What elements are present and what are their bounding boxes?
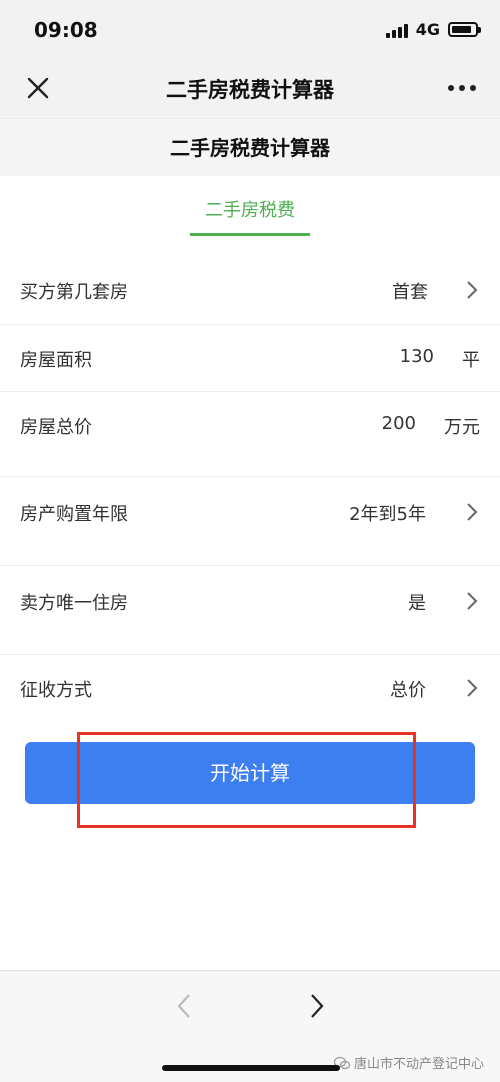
row-unit: 万元 — [444, 417, 480, 438]
status-bar: 09:08 4G — [0, 0, 500, 58]
row-label: 房产购置年限 — [20, 504, 128, 525]
chevron-right-icon — [467, 503, 478, 521]
page-title: 二手房税费计算器 — [170, 136, 330, 160]
nav-title: 二手房税费计算器 — [166, 78, 334, 102]
start-calculation-button[interactable]: 开始计算 — [25, 742, 475, 804]
forward-arrow-icon[interactable] — [307, 991, 327, 1021]
bottom-toolbar: 唐山市不动产登记中心 — [0, 970, 500, 1082]
more-icon[interactable] — [446, 80, 478, 96]
back-arrow-icon[interactable] — [174, 991, 194, 1021]
row-label: 房屋总价 — [20, 417, 92, 438]
row-label: 买方第几套房 — [20, 282, 128, 303]
row-holding-years[interactable]: 房产购置年限 2年到5年 — [0, 477, 500, 565]
row-value: 2年到5年 — [349, 504, 426, 525]
watermark: 唐山市不动产登记中心 — [333, 1053, 484, 1072]
tab-label: 二手房税费 — [205, 200, 295, 221]
signal-icon — [385, 22, 408, 38]
total-price-input[interactable]: 200 — [382, 413, 416, 434]
row-only-house[interactable]: 卖方唯一住房 是 — [0, 566, 500, 654]
battery-icon — [448, 22, 481, 37]
network-type: 4G — [415, 20, 440, 39]
chevron-right-icon — [467, 281, 478, 299]
home-indicator[interactable] — [162, 1065, 340, 1071]
page-header: 二手房税费计算器 — [0, 118, 500, 176]
navbar: 二手房税费计算器 — [0, 58, 500, 118]
row-area: 房屋面积 130 平 — [0, 325, 500, 391]
status-indicators: 4G — [385, 20, 481, 39]
row-value: 首套 — [392, 282, 428, 303]
row-value: 总价 — [390, 680, 426, 701]
row-label: 卖方唯一住房 — [20, 593, 128, 614]
battery-level — [452, 26, 471, 33]
watermark-text: 唐山市不动产登记中心 — [353, 1057, 484, 1072]
status-time: 09:08 — [34, 18, 98, 42]
row-value: 是 — [408, 593, 426, 614]
row-label: 征收方式 — [20, 680, 92, 701]
row-buyer-house-number[interactable]: 买方第几套房 首套 — [0, 256, 500, 324]
chevron-right-icon — [467, 592, 478, 610]
row-total-price: 房屋总价 200 万元 — [0, 392, 500, 476]
tab-bar: 二手房税费 — [0, 176, 500, 246]
tab-active-indicator — [190, 233, 310, 236]
tab-second-hand-tax[interactable]: 二手房税费 — [190, 196, 310, 244]
row-unit: 平 — [462, 350, 480, 371]
row-label: 房屋面积 — [20, 350, 92, 371]
row-levy-method[interactable]: 征收方式 总价 — [0, 655, 500, 725]
chevron-right-icon — [467, 679, 478, 697]
area-input[interactable]: 130 — [400, 346, 434, 367]
